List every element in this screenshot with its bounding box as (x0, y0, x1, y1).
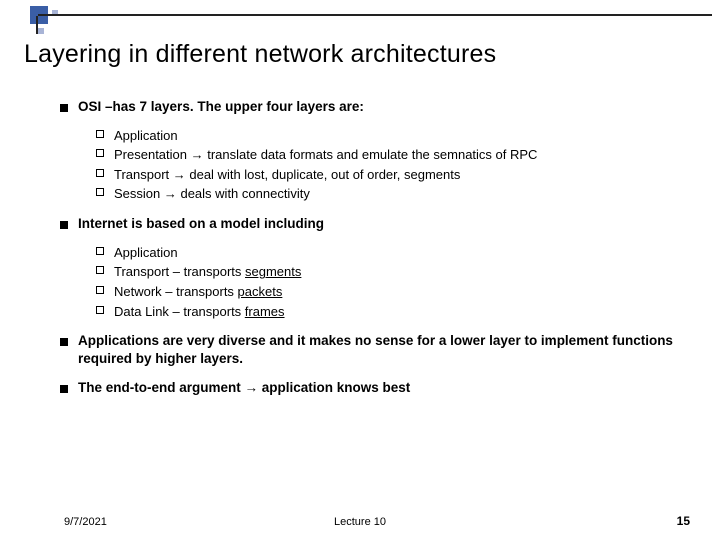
sub-bullet-text: Transport → deal with lost, duplicate, o… (114, 166, 692, 184)
hollow-square-icon (96, 303, 114, 321)
square-bullet-icon (60, 98, 78, 117)
bullet-level2: Presentation → translate data formats an… (96, 146, 692, 164)
slide-title: Layering in different network architectu… (24, 40, 496, 69)
sub-bullet-text: Transport – transports segments (114, 263, 692, 281)
bullet-level2: Application (96, 127, 692, 145)
hollow-square-icon (96, 166, 114, 184)
bullet-text: Internet is based on a model including (78, 215, 692, 234)
hollow-square-icon (96, 185, 114, 203)
sub-bullet-text: Application (114, 127, 692, 145)
bullet-text: The end-to-end argument → application kn… (78, 379, 692, 398)
hollow-square-icon (96, 127, 114, 145)
sub-bullet-text: Session → deals with connectivity (114, 185, 692, 203)
vertical-rule-stub (36, 16, 38, 34)
hollow-square-icon (96, 146, 114, 164)
bullet-level2: Network – transports packets (96, 283, 692, 301)
sub-bullet-group: ApplicationTransport – transports segmen… (96, 244, 692, 320)
sub-bullet-group: ApplicationPresentation → translate data… (96, 127, 692, 203)
bullet-level1: OSI –has 7 layers. The upper four layers… (60, 98, 692, 117)
hollow-square-icon (96, 283, 114, 301)
hollow-square-icon (96, 244, 114, 262)
hollow-square-icon (96, 263, 114, 281)
slide-footer: 9/7/2021 Lecture 10 15 (0, 512, 720, 528)
sub-bullet-text: Application (114, 244, 692, 262)
sub-bullet-text: Presentation → translate data formats an… (114, 146, 692, 164)
bullet-level2: Application (96, 244, 692, 262)
bullet-text: OSI –has 7 layers. The upper four layers… (78, 98, 692, 117)
footer-center: Lecture 10 (0, 516, 720, 528)
sub-bullet-text: Data Link – transports frames (114, 303, 692, 321)
sub-bullet-text: Network – transports packets (114, 283, 692, 301)
square-bullet-icon (60, 379, 78, 398)
bullet-level1: The end-to-end argument → application kn… (60, 379, 692, 398)
square-bullet-icon (60, 332, 78, 368)
bullet-level2: Transport → deal with lost, duplicate, o… (96, 166, 692, 184)
bullet-level2: Data Link – transports frames (96, 303, 692, 321)
bullet-level1: Internet is based on a model including (60, 215, 692, 234)
footer-page-number: 15 (677, 514, 690, 528)
square-bullet-icon (60, 215, 78, 234)
bullet-level1: Applications are very diverse and it mak… (60, 332, 692, 368)
bullet-level2: Session → deals with connectivity (96, 185, 692, 203)
horizontal-rule (38, 14, 712, 16)
slide-body: OSI –has 7 layers. The upper four layers… (60, 98, 692, 407)
bullet-text: Applications are very diverse and it mak… (78, 332, 692, 368)
bullet-level2: Transport – transports segments (96, 263, 692, 281)
